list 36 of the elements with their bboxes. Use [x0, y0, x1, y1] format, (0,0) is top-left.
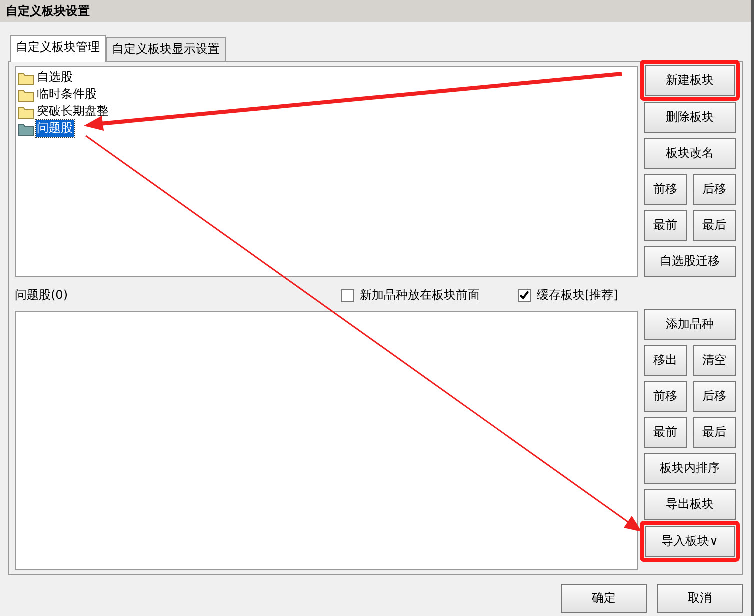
- list-item[interactable]: 问题股: [36, 120, 74, 137]
- action-button[interactable]: 最后: [693, 417, 736, 448]
- action-button[interactable]: 添加品种: [644, 309, 736, 340]
- dialog-button[interactable]: 确定: [561, 584, 647, 613]
- checkbox-label: 缓存板块[推荐]: [537, 286, 618, 304]
- action-button[interactable]: 后移: [693, 174, 736, 205]
- action-button[interactable]: 导出板块: [644, 489, 736, 520]
- action-button[interactable]: 清空: [693, 345, 736, 376]
- action-button[interactable]: 后移: [693, 381, 736, 412]
- tab[interactable]: 自定义板块管理: [10, 35, 106, 62]
- action-button[interactable]: 前移: [644, 174, 687, 205]
- action-button[interactable]: 移出: [644, 345, 687, 376]
- action-button[interactable]: 板块内排序: [644, 453, 736, 484]
- action-button[interactable]: 板块改名: [644, 138, 736, 169]
- checkbox-label: 新加品种放在板块前面: [360, 286, 480, 304]
- window-title: 自定义板块设置: [0, 0, 751, 22]
- list-item[interactable]: 自选股: [36, 69, 74, 86]
- action-button[interactable]: 导入板块∨: [645, 526, 735, 557]
- tab[interactable]: 自定义板块显示设置: [106, 37, 226, 61]
- action-button[interactable]: 删除板块: [644, 102, 736, 133]
- folder-icon: [18, 104, 34, 118]
- action-button[interactable]: 新建板块: [645, 65, 735, 96]
- stock-list-label: 问题股(0): [15, 286, 69, 304]
- list-item[interactable]: 临时条件股: [36, 86, 98, 103]
- checkbox[interactable]: [341, 288, 354, 302]
- dialog-button[interactable]: 取消: [657, 584, 743, 613]
- folder-icon: [18, 88, 34, 102]
- action-button[interactable]: 最后: [693, 210, 736, 241]
- action-button[interactable]: 前移: [644, 381, 687, 412]
- action-button[interactable]: 最前: [644, 417, 687, 448]
- action-button[interactable]: 最前: [644, 210, 687, 241]
- folder-icon: [18, 122, 34, 136]
- checkbox[interactable]: [518, 288, 531, 302]
- folder-icon: [18, 70, 34, 84]
- list-item[interactable]: 突破长期盘整: [36, 103, 110, 120]
- action-button[interactable]: 自选股迁移: [644, 246, 736, 277]
